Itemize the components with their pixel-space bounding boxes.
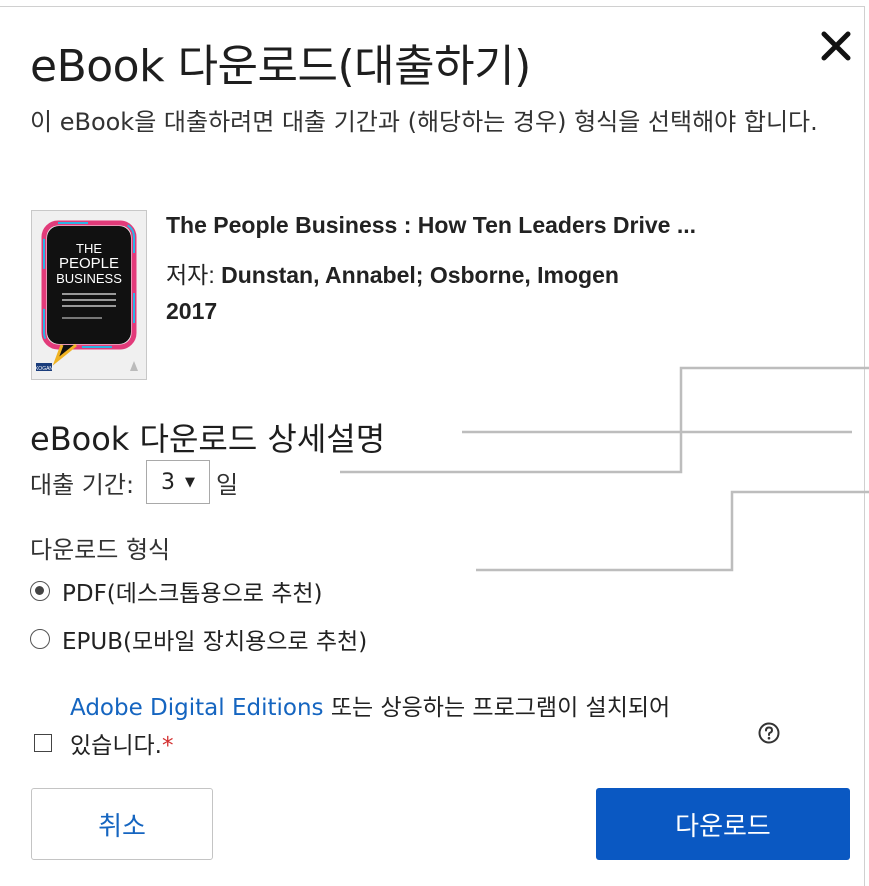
loan-period-label: 대출 기간: xyxy=(30,470,135,499)
format-option-pdf[interactable]: PDF(데스크톱용으로 추천) xyxy=(30,574,323,608)
format-label: 다운로드 형식 xyxy=(30,536,171,564)
cover-line2: PEOPLE xyxy=(59,255,119,272)
help-icon[interactable] xyxy=(758,722,780,744)
ade-statement-line2: 있습니다.* xyxy=(70,726,173,760)
cover-line3: BUSINESS xyxy=(56,271,122,286)
cancel-button[interactable]: 취소 xyxy=(31,788,213,860)
dialog-title: eBook 다운로드(대출하기) xyxy=(30,41,531,92)
dropdown-arrow-icon: ▼ xyxy=(185,474,196,490)
cover-publisher: KOGAN xyxy=(35,366,53,372)
ade-checkbox[interactable] xyxy=(34,734,52,752)
book-title[interactable]: The People Business : How Ten Leaders Dr… xyxy=(166,212,696,239)
loan-period-unit: 일 xyxy=(216,470,239,499)
book-year: 2017 xyxy=(166,298,218,324)
radio-epub[interactable] xyxy=(30,629,50,649)
download-button[interactable]: 다운로드 xyxy=(596,788,850,860)
details-heading: eBook 다운로드 상세설명 xyxy=(30,420,386,458)
required-mark: * xyxy=(161,733,174,759)
close-icon[interactable] xyxy=(818,28,854,64)
book-cover: THE PEOPLE BUSINESS KOGAN xyxy=(31,210,147,380)
ade-statement: Adobe Digital Editions 또는 상응하는 프로그램이 설치되… xyxy=(70,688,670,722)
author-label: 저자: xyxy=(166,262,222,288)
intro-text: 이 eBook을 대출하려면 대출 기간과 (해당하는 경우) 형식을 선택해야… xyxy=(30,108,818,136)
author-names: Dunstan, Annabel; Osborne, Imogen xyxy=(221,262,619,288)
ade-link[interactable]: Adobe Digital Editions xyxy=(70,695,324,721)
radio-pdf[interactable] xyxy=(30,581,50,601)
loan-period-row: 대출 기간: 3 ▼ 일 xyxy=(30,458,238,506)
format-option-epub[interactable]: EPUB(모바일 장치용으로 추천) xyxy=(30,622,367,656)
format-pdf-label: PDF(데스크톱용으로 추천) xyxy=(62,581,323,607)
loan-period-value: 3 xyxy=(161,469,176,495)
loan-period-select[interactable]: 3 ▼ xyxy=(146,460,211,504)
ade-text: 또는 상응하는 프로그램이 설치되어 xyxy=(323,695,671,721)
ade-text2: 있습니다. xyxy=(70,733,162,759)
cover-line1: THE xyxy=(76,241,102,256)
book-author: 저자: Dunstan, Annabel; Osborne, Imogen xyxy=(166,256,619,290)
format-epub-label: EPUB(모바일 장치용으로 추천) xyxy=(62,629,368,655)
